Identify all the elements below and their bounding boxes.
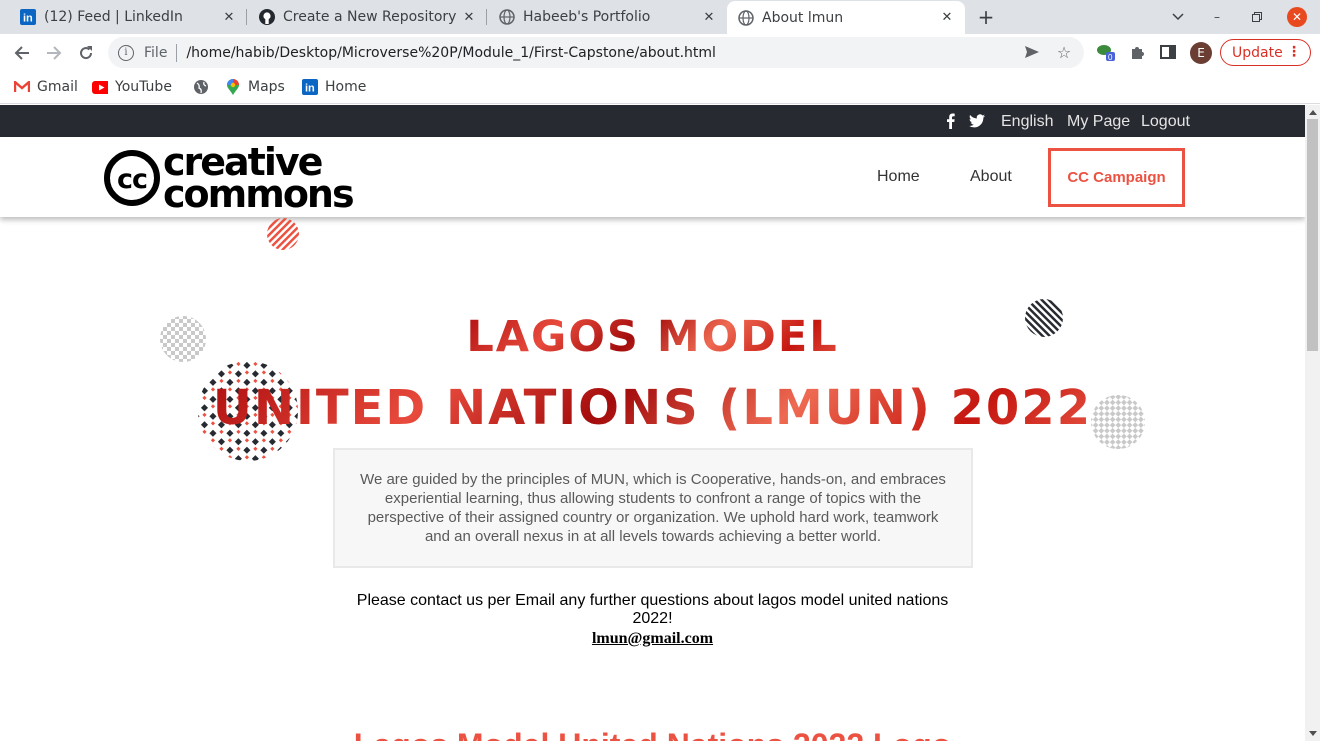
url-scheme: File (144, 44, 168, 61)
nav-about[interactable]: About (970, 168, 1012, 186)
top-utility-bar: English My Page Logout (0, 105, 1305, 137)
gmail-icon (14, 79, 30, 95)
site-header: cc creative commons Home About CC Campai… (0, 137, 1305, 217)
url-text: /home/habib/Desktop/Microverse%20P/Modul… (186, 44, 716, 61)
scrollbar-thumb[interactable] (1307, 119, 1318, 351)
tab-about-lmun[interactable]: About lmun ✕ (727, 1, 965, 34)
globe-icon (499, 9, 515, 25)
bookmark-label: YouTube (115, 79, 172, 95)
info-icon[interactable]: i (118, 44, 134, 61)
update-label: Update (1232, 44, 1283, 61)
linkedin-icon: in (20, 9, 36, 25)
close-window-icon[interactable]: ✕ (1287, 7, 1307, 27)
bookmark-label: Home (325, 79, 367, 95)
page-scrollbar[interactable] (1305, 105, 1320, 741)
maps-icon (225, 78, 241, 95)
update-button[interactable]: Update ⋮ (1220, 39, 1311, 66)
svg-text:in: in (305, 83, 315, 95)
reload-icon[interactable] (74, 41, 98, 65)
github-icon (259, 9, 275, 25)
more-menu-icon[interactable]: ⋮ (1287, 44, 1301, 60)
close-tab-icon[interactable]: ✕ (939, 10, 955, 26)
bookmark-gmail[interactable]: Gmail (14, 77, 78, 97)
back-icon[interactable] (10, 41, 34, 65)
extension-badge-icon[interactable]: 0 (1096, 42, 1116, 62)
close-tab-icon[interactable]: ✕ (461, 9, 477, 25)
bookmark-maps[interactable]: Maps (225, 77, 285, 97)
logout-link[interactable]: Logout (1141, 113, 1190, 131)
nav-home[interactable]: Home (877, 168, 920, 186)
tab-title: (12) Feed | LinkedIn (44, 9, 183, 25)
cc-campaign-button[interactable]: CC Campaign (1048, 148, 1185, 207)
browser-toolbar: i File /home/habib/Desktop/Microverse%20… (0, 34, 1320, 71)
creative-commons-logo[interactable]: cc creative commons (103, 140, 375, 216)
tab-portfolio[interactable]: Habeeb's Portfolio ✕ (487, 0, 727, 34)
twitter-icon[interactable] (969, 113, 985, 129)
bookmark-star-icon[interactable]: ☆ (1054, 42, 1074, 62)
tab-title: Habeeb's Portfolio (523, 9, 651, 25)
svg-text:in: in (23, 13, 33, 25)
restore-icon[interactable] (1247, 7, 1267, 27)
close-tab-icon[interactable]: ✕ (221, 9, 237, 25)
side-panel-icon[interactable] (1158, 42, 1178, 62)
logo-line2: commons (163, 172, 353, 211)
forward-icon[interactable] (42, 41, 66, 65)
globe-icon (193, 79, 209, 95)
next-section-heading: Lagos Model United Nations 2022 Logo (0, 727, 1305, 741)
tab-title: Create a New Repository (283, 9, 457, 25)
my-page-link[interactable]: My Page (1067, 113, 1130, 131)
bookmark-youtube[interactable]: YouTube (92, 77, 172, 97)
extension-badge-count: 0 (1108, 53, 1113, 62)
youtube-icon (92, 79, 108, 95)
new-tab-icon[interactable]: + (975, 5, 997, 29)
logo-mark: cc (117, 164, 147, 195)
send-icon[interactable] (1022, 42, 1042, 62)
bookmark-globe[interactable] (193, 77, 216, 97)
contact-email-link[interactable]: lmun@gmail.com (0, 630, 1305, 648)
hero-title-line2: UNITED NATIONS (LMUN) 2022 (0, 380, 1305, 436)
linkedin-icon: in (302, 79, 318, 95)
bookmarks-bar: Gmail YouTube Maps in Home (0, 71, 1320, 104)
tab-linkedin[interactable]: in (12) Feed | LinkedIn ✕ (0, 0, 247, 34)
mission-description-box: We are guided by the principles of MUN, … (333, 448, 973, 568)
scroll-up-arrow-icon[interactable] (1309, 110, 1317, 115)
divider (176, 43, 178, 62)
mission-description: We are guided by the principles of MUN, … (360, 471, 946, 545)
bookmark-label: Gmail (37, 79, 78, 95)
close-tab-icon[interactable]: ✕ (701, 9, 717, 25)
hero-title-line1-text: LAGOS MODEL (466, 312, 839, 362)
minimize-icon[interactable]: – (1207, 7, 1227, 27)
browser-tab-bar: in (12) Feed | LinkedIn ✕ Create a New R… (0, 0, 1320, 34)
scroll-down-arrow-icon[interactable] (1309, 731, 1317, 736)
bookmark-home[interactable]: in Home (302, 77, 366, 97)
globe-icon (738, 9, 754, 26)
tab-github[interactable]: Create a New Repository ✕ (247, 0, 487, 34)
striped-red-circle-decoration (267, 218, 299, 250)
tab-search-chevron-icon[interactable] (1168, 7, 1188, 27)
language-link[interactable]: English (1001, 113, 1053, 131)
tab-title: About lmun (762, 9, 844, 26)
contact-text: Please contact us per Email any further … (356, 592, 949, 627)
profile-avatar[interactable]: E (1190, 42, 1212, 64)
puzzle-extensions-icon[interactable] (1127, 42, 1147, 62)
bookmark-label: Maps (248, 79, 285, 95)
page-viewport: English My Page Logout cc creative commo… (0, 105, 1305, 741)
address-bar[interactable]: i File /home/habib/Desktop/Microverse%20… (108, 37, 1084, 68)
hero-title-line1: LAGOS MODEL (0, 312, 1305, 362)
hero-title-line2-text: UNITED NATIONS (LMUN) 2022 (212, 380, 1093, 436)
facebook-icon[interactable] (942, 113, 958, 129)
